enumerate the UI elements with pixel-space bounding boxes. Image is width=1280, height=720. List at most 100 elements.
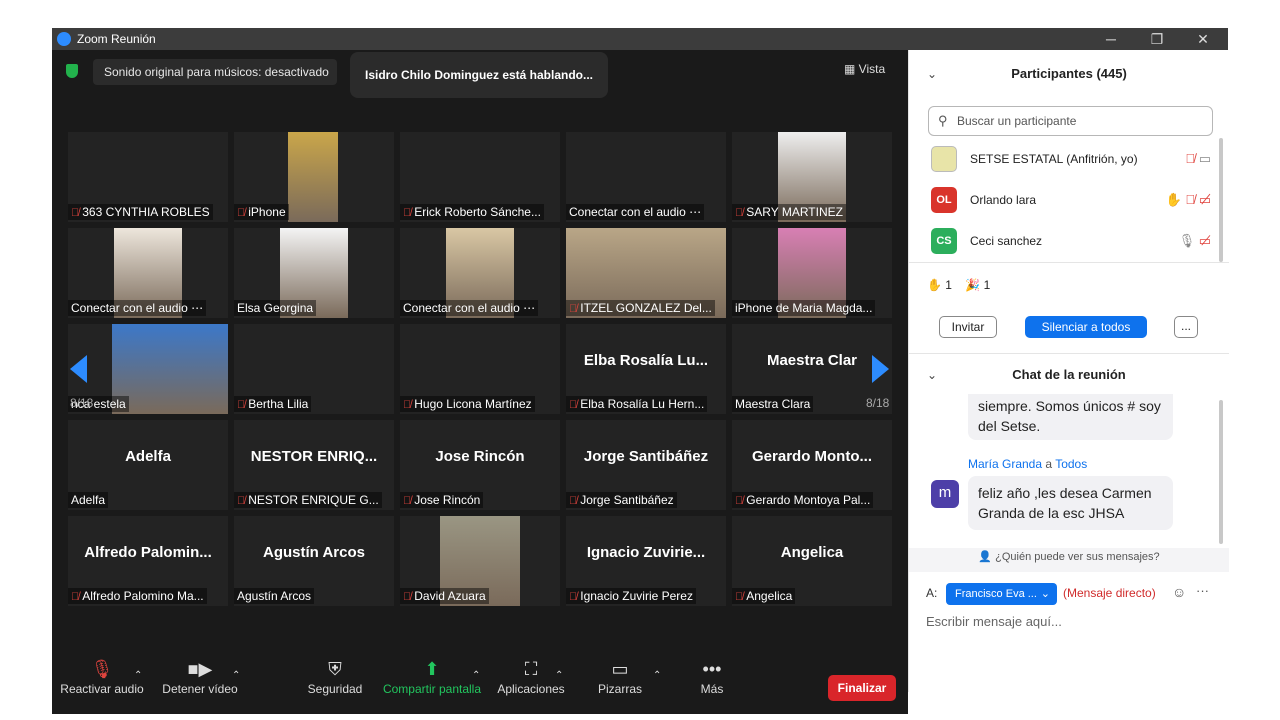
- participant-video-tile[interactable]: Agustín Arcos Agustín Arcos: [234, 516, 394, 606]
- participant-big-name: Agustín Arcos: [263, 544, 365, 561]
- participant-video-tile[interactable]: Elba Rosalía Lu... 🎙̸ Elba Rosalía Lu Hern…: [566, 324, 726, 414]
- participants-more-button[interactable]: ...: [1174, 316, 1198, 338]
- participant-video-tile[interactable]: 🎙̸ David Azuara: [400, 516, 560, 606]
- more-button[interactable]: ••• Más: [688, 656, 736, 696]
- stop-video-button[interactable]: ■▶ Detener vídeo: [160, 656, 240, 696]
- emoji-icon[interactable]: ☺: [1172, 584, 1186, 600]
- participant-video-tile[interactable]: 🎙̸ iPhone: [234, 132, 394, 222]
- participant-video-tile[interactable]: Elsa Georgina: [234, 228, 394, 318]
- original-sound-banner[interactable]: Sonido original para músicos: desactivad…: [93, 59, 337, 85]
- stop-video-label: Detener vídeo: [162, 682, 238, 696]
- share-screen-button[interactable]: ⬆ Compartir pantalla: [380, 656, 484, 696]
- participant-video-tile[interactable]: Jose Rincón 🎙̸ Jose Rincón: [400, 420, 560, 510]
- participant-name-text: Agustín Arcos: [237, 589, 312, 603]
- muted-mic-icon: 🎙̸: [237, 399, 246, 411]
- participant-video-tile[interactable]: Conectar con el audio ⋯: [68, 228, 228, 318]
- next-page-arrow-icon[interactable]: [872, 355, 889, 383]
- restore-icon[interactable]: ❐: [1134, 28, 1180, 50]
- muted-mic-icon: 🎙̸: [403, 591, 412, 603]
- participant-video-tile[interactable]: Gerardo Monto... 🎙̸ Gerardo Montoya Pal...: [732, 420, 892, 510]
- zoom-logo-icon: [57, 32, 71, 46]
- participant-big-name: Alfredo Palomin...: [84, 544, 212, 561]
- close-icon[interactable]: ✕: [1180, 28, 1226, 50]
- end-meeting-button[interactable]: Finalizar: [828, 675, 896, 701]
- participants-scrollbar[interactable]: [1219, 138, 1223, 262]
- participant-big-name: Ignacio Zuvirie...: [586, 544, 706, 561]
- muted-mic-icon: 🎙̸: [403, 399, 412, 411]
- security-button[interactable]: ⛨ Seguridad: [302, 656, 368, 696]
- participant-video-tile[interactable]: Adelfa Adelfa: [68, 420, 228, 510]
- view-label: Vista: [858, 62, 886, 76]
- collapse-participants-chevron-icon[interactable]: ⌄: [927, 52, 937, 96]
- participant-row[interactable]: CS Ceci sanchez 🎙 ▭̸: [931, 228, 1211, 258]
- participant-name-label: 🎙̸ SARY MARTINEZ: [732, 204, 846, 220]
- participant-video-feed: [288, 132, 338, 222]
- participant-name-label: 🎙̸ NESTOR ENRIQUE G...: [234, 492, 382, 508]
- more-label: Más: [700, 682, 724, 696]
- participant-video-tile[interactable]: Jorge Santibáñez 🎙̸ Jorge Santibáñez: [566, 420, 726, 510]
- participant-video-tile[interactable]: 🎙̸ Erick Roberto Sánche...: [400, 132, 560, 222]
- participant-big-name: Adelfa: [125, 448, 171, 465]
- participant-name-label: iPhone de Maria Magda...: [732, 300, 876, 316]
- participant-video-tile[interactable]: 🎙̸ Hugo Licona Martínez: [400, 324, 560, 414]
- participant-big-name: NESTOR ENRIQ...: [250, 448, 378, 465]
- view-button[interactable]: ▦ Vista: [844, 62, 885, 76]
- page-indicator-right: 8/18: [866, 396, 890, 410]
- participant-video-tile[interactable]: 🎙̸ 363 CYNTHIA ROBLES: [68, 132, 228, 222]
- participant-big-name: Maestra Clar: [766, 352, 858, 369]
- participant-video-tile[interactable]: 🎙̸ SARY MARTINEZ: [732, 132, 892, 222]
- reactions-summary: ✋ 1 🎉 1: [927, 278, 990, 292]
- muted-mic-icon: 🎙̸: [403, 495, 412, 507]
- participant-video-tile[interactable]: 🎙̸ ITZEL GONZALEZ Del...: [566, 228, 726, 318]
- chat-message-input[interactable]: Escribir mensaje aquí...: [926, 614, 1062, 629]
- grid-icon: ▦: [844, 62, 859, 76]
- page-indicator-left: 8/18: [70, 396, 94, 410]
- mute-all-button[interactable]: Silenciar a todos: [1025, 316, 1147, 338]
- participant-name-label: 🎙̸ Hugo Licona Martínez: [400, 396, 535, 412]
- participant-video-tile[interactable]: Angelica 🎙̸ Angelica: [732, 516, 892, 606]
- invite-button[interactable]: Invitar: [939, 316, 997, 338]
- participant-video-tile[interactable]: Ignacio Zuvirie... 🎙̸ Ignacio Zuvirie Pere…: [566, 516, 726, 606]
- participant-video-tile[interactable]: iPhone de Maria Magda...: [732, 228, 892, 318]
- chat-message-bubble: feliz año ,les desea Carmen Granda de la…: [968, 476, 1173, 530]
- chat-recipient-select[interactable]: Francisco Eva ... ⌄: [946, 583, 1057, 605]
- whiteboard-options-chevron-icon[interactable]: ⌃: [653, 670, 661, 681]
- previous-page-arrow-icon[interactable]: [70, 355, 87, 383]
- active-speaker-banner: Isidro Chilo Dominguez está hablando...: [350, 52, 608, 98]
- whiteboard-icon: ▭: [611, 659, 629, 679]
- collapse-chat-chevron-icon[interactable]: ⌄: [927, 353, 937, 397]
- participant-name-label: 🎙̸ Jose Rincón: [400, 492, 484, 508]
- participant-name-text: 363 CYNTHIA ROBLES: [82, 205, 210, 219]
- participant-video-tile[interactable]: NESTOR ENRIQ... 🎙̸ NESTOR ENRIQUE G...: [234, 420, 394, 510]
- video-options-chevron-icon[interactable]: ⌃: [232, 670, 240, 681]
- share-options-chevron-icon[interactable]: ⌃: [472, 670, 480, 681]
- audio-options-chevron-icon[interactable]: ⌃: [134, 670, 142, 681]
- participant-video-tile[interactable]: 🎙̸ Bertha Lilia: [234, 324, 394, 414]
- chat-privacy-link[interactable]: 👤 ¿Quién puede ver sus mensajes?: [909, 548, 1229, 572]
- apps-options-chevron-icon[interactable]: ⌃: [555, 670, 563, 681]
- participant-name-text: Ignacio Zuvirie Perez: [580, 589, 693, 603]
- participant-name-label: 🎙̸ Erick Roberto Sánche...: [400, 204, 544, 220]
- celebrate-icon: 🎉: [965, 278, 981, 292]
- whiteboards-label: Pizarras: [597, 682, 642, 696]
- chat-sender-name[interactable]: María Granda: [968, 457, 1042, 471]
- participant-search-input[interactable]: ⚲ Buscar un participante: [928, 106, 1213, 136]
- whiteboards-button[interactable]: ▭ Pizarras: [592, 656, 648, 696]
- gallery-grid: 🎙̸ 363 CYNTHIA ROBLES 🎙̸ iPhone 🎙̸ Erick Robe…: [68, 132, 894, 612]
- participant-row[interactable]: SETSE ESTATAL (Anfitrión, yo) 🎙̸ ▭: [931, 146, 1211, 176]
- participant-video-tile[interactable]: Conectar con el audio ⋯: [400, 228, 560, 318]
- sender-avatar: m: [931, 480, 959, 508]
- minimize-icon[interactable]: ─: [1088, 28, 1134, 50]
- participant-name-text: iPhone de Maria Magda...: [735, 301, 873, 315]
- participant-row[interactable]: OL Orlando lara ✋ 🎙̸ ▭̸: [931, 187, 1211, 217]
- muted-mic-icon: 🎙̸: [735, 495, 744, 507]
- unmute-button[interactable]: 🎙 Reactivar audio: [60, 656, 144, 696]
- participant-video-tile[interactable]: Conectar con el audio ⋯: [566, 132, 726, 222]
- participant-name: SETSE ESTATAL (Anfitrión, yo): [970, 152, 1138, 166]
- chat-more-icon[interactable]: ···: [1196, 583, 1209, 598]
- participant-name-text: Hugo Licona Martínez: [414, 397, 532, 411]
- chat-header: ⌄ Chat de la reunión: [909, 353, 1229, 397]
- video-camera-icon: ■▶: [187, 659, 213, 679]
- chat-scrollbar[interactable]: [1219, 400, 1223, 544]
- participant-video-tile[interactable]: Alfredo Palomin... 🎙̸ Alfredo Palomino Ma.…: [68, 516, 228, 606]
